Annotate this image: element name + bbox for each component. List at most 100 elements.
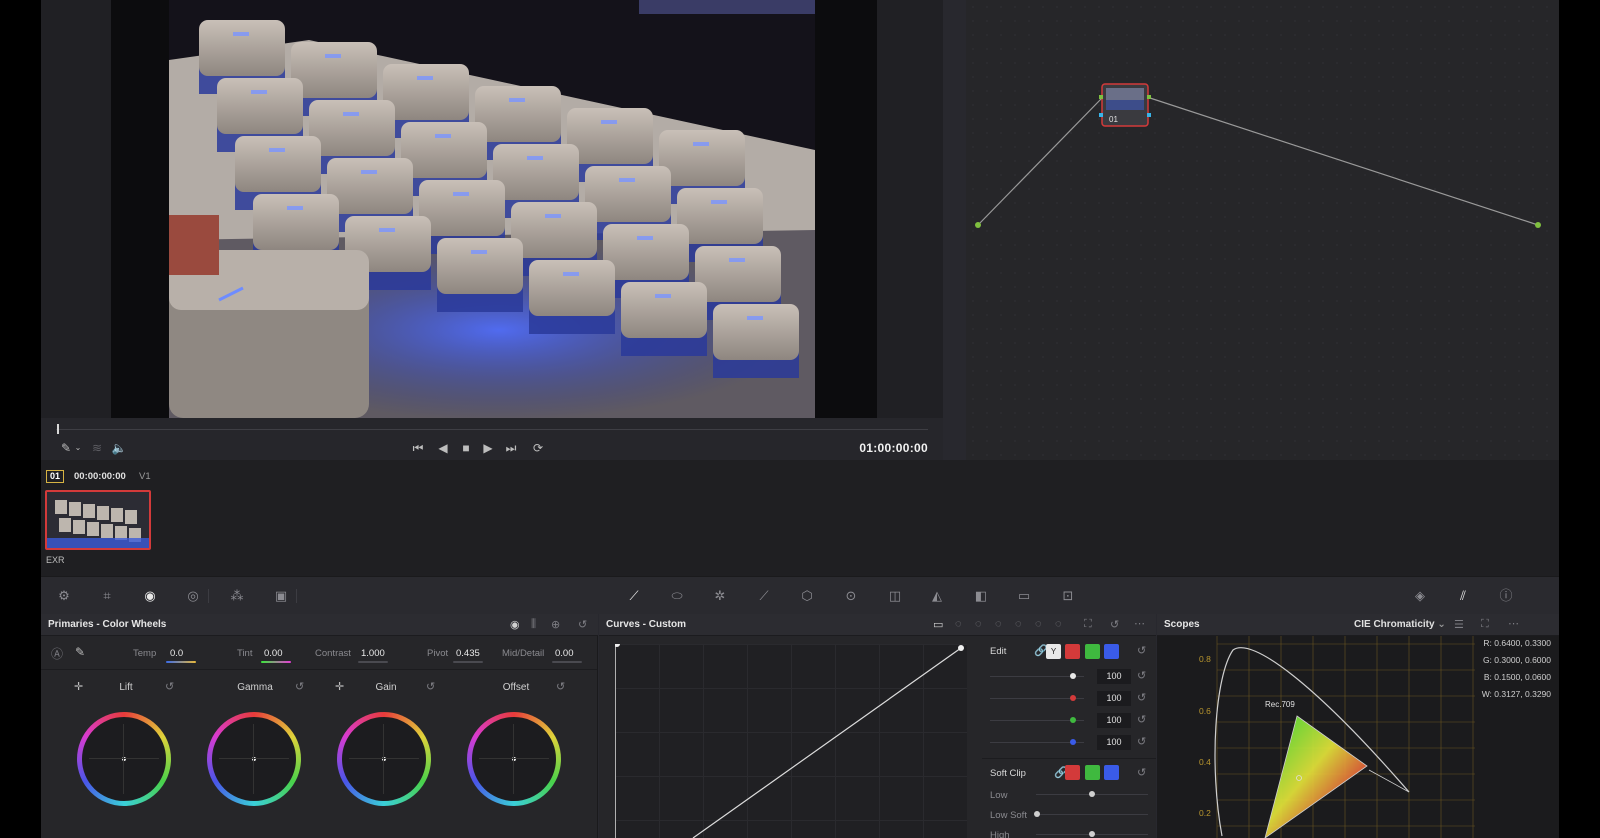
color-match-icon[interactable]: ⌗ — [98, 587, 116, 605]
scope-settings-icon[interactable]: ☰ — [1454, 618, 1464, 631]
channel-y-button[interactable]: Y — [1046, 644, 1061, 659]
go-to-end-icon[interactable]: ⏭ — [503, 440, 519, 456]
curves-icon[interactable]: ⟋ — [625, 587, 643, 605]
gamma-reset-icon[interactable]: ↺ — [295, 680, 304, 693]
key-icon[interactable]: ◧ — [972, 587, 990, 605]
gamma-wheel[interactable] — [207, 712, 301, 806]
color-wheels-icon[interactable]: ◉ — [141, 587, 159, 605]
more-options-icon[interactable]: ⋯ — [1134, 617, 1145, 630]
timeline-scrubber[interactable] — [56, 429, 928, 430]
green-reset-icon[interactable]: ↺ — [1137, 713, 1146, 726]
red-slider-handle[interactable] — [1070, 695, 1076, 701]
param-temp-value[interactable]: 0.0 — [170, 648, 183, 659]
curve-graph[interactable] — [614, 641, 967, 838]
hue-vs-lum-icon[interactable]: ◌ — [995, 618, 1002, 630]
blue-reset-icon[interactable]: ↺ — [1137, 735, 1146, 748]
qualifier-icon[interactable]: ✲ — [711, 587, 729, 605]
scope-mode-dropdown[interactable]: CIE Chromaticity ⌄ — [1354, 619, 1446, 630]
hue-vs-hue-icon[interactable]: ◌ — [955, 618, 962, 630]
reset-all-icon[interactable]: ↺ — [578, 618, 587, 631]
sat-vs-lum-icon[interactable]: ◌ — [1055, 618, 1062, 630]
loop-icon[interactable]: ⟳ — [530, 440, 546, 456]
lift-wheel[interactable] — [77, 712, 171, 806]
magic-mask-icon[interactable]: ◫ — [886, 587, 904, 605]
y-reset-icon[interactable]: ↺ — [1137, 669, 1146, 682]
node-editor[interactable]: 01 — [966, 0, 1559, 460]
red-intensity-value[interactable]: 100 — [1097, 691, 1131, 706]
picker-icon[interactable]: ✎ — [75, 645, 85, 659]
curves-reset-icon[interactable]: ↺ — [1110, 618, 1119, 631]
red-reset-icon[interactable]: ↺ — [1137, 691, 1146, 704]
param-pivot-value[interactable]: 0.435 — [456, 648, 480, 659]
green-intensity-value[interactable]: 100 — [1097, 713, 1131, 728]
zoom-icon[interactable]: ⊕ — [551, 618, 560, 631]
color-warper-icon[interactable]: ⬭ — [668, 587, 686, 605]
green-slider-handle[interactable] — [1070, 717, 1076, 723]
channel-red-button[interactable] — [1065, 644, 1080, 659]
lightbox-icon[interactable]: ◈ — [1411, 587, 1429, 605]
gain-crosshair-icon[interactable]: ✛ — [335, 680, 344, 693]
soft-clip-blue-button[interactable] — [1104, 765, 1119, 780]
playhead[interactable] — [57, 424, 59, 434]
soft-clip-high-handle[interactable] — [1089, 831, 1095, 837]
tracker-icon[interactable]: ⊙ — [842, 587, 860, 605]
channel-blue-button[interactable] — [1104, 644, 1119, 659]
edit-reset-icon[interactable]: ↺ — [1137, 644, 1146, 657]
bars-mode-icon[interactable]: ⫼ — [531, 618, 536, 631]
custom-curve-icon[interactable]: ▭ — [933, 618, 943, 631]
soft-clip-low-soft-handle[interactable] — [1034, 811, 1040, 817]
rgb-mixer-icon[interactable]: ⁂ — [228, 587, 246, 605]
y-slider-handle[interactable] — [1070, 673, 1076, 679]
blur-icon[interactable]: ◭ — [928, 587, 946, 605]
go-to-start-icon[interactable]: ⏮ — [410, 440, 426, 456]
scopes-panel: Scopes CIE Chromaticity ⌄ ☰ ⛶ ⋯ Rec.709 … — [1157, 614, 1559, 838]
blue-intensity-value[interactable]: 100 — [1097, 735, 1131, 750]
soft-clip-low-soft-slider[interactable] — [1036, 814, 1148, 815]
y-intensity-value[interactable]: 100 — [1097, 669, 1131, 684]
soft-clip-green-button[interactable] — [1085, 765, 1100, 780]
hdr-wheels-icon[interactable]: ◎ — [184, 587, 202, 605]
layers-icon[interactable]: ≋ — [89, 440, 105, 456]
auto-balance-icon[interactable]: Ⓐ — [51, 645, 63, 662]
window-icon[interactable]: ⬡ — [798, 587, 816, 605]
pivot-underline — [453, 661, 483, 663]
motion-effects-icon[interactable]: ▣ — [272, 587, 290, 605]
step-back-icon[interactable]: ◀ — [436, 440, 450, 456]
clip-thumbnail[interactable] — [45, 490, 151, 550]
soft-clip-red-button[interactable] — [1065, 765, 1080, 780]
blue-slider-handle[interactable] — [1070, 739, 1076, 745]
channel-green-button[interactable] — [1085, 644, 1100, 659]
3d-icon[interactable]: ⊡ — [1059, 587, 1077, 605]
color-picker-icon[interactable]: ✎ — [56, 440, 76, 456]
gain-reset-icon[interactable]: ↺ — [426, 680, 435, 693]
param-contrast-value[interactable]: 1.000 — [361, 648, 385, 659]
expand-icon[interactable]: ⛶ — [1084, 618, 1092, 631]
curve-plot — [614, 641, 964, 838]
eyedropper-icon[interactable]: ⟋ — [755, 587, 773, 605]
scopes-icon[interactable]: ⫽ — [1454, 587, 1472, 605]
speaker-icon[interactable]: 🔈 — [111, 440, 127, 456]
sizing-icon[interactable]: ▭ — [1015, 587, 1033, 605]
info-icon[interactable]: ⓘ — [1497, 587, 1515, 605]
gain-wheel[interactable] — [337, 712, 431, 806]
camera-raw-icon[interactable]: ⚙ — [55, 587, 73, 605]
param-mid-detail-value[interactable]: 0.00 — [555, 648, 574, 659]
video-frame-keyboard[interactable] — [169, 0, 815, 418]
stop-icon[interactable]: ■ — [459, 440, 473, 456]
soft-clip-low-handle[interactable] — [1089, 791, 1095, 797]
scope-expand-icon[interactable]: ⛶ — [1481, 618, 1489, 631]
offset-wheel[interactable] — [467, 712, 561, 806]
hue-vs-sat-icon[interactable]: ◌ — [975, 618, 982, 630]
scope-more-icon[interactable]: ⋯ — [1508, 617, 1519, 630]
sat-vs-sat-icon[interactable]: ◌ — [1035, 618, 1042, 630]
wheels-mode-icon[interactable]: ◉ — [510, 618, 520, 631]
soft-clip-reset-icon[interactable]: ↺ — [1137, 766, 1146, 779]
lum-vs-sat-icon[interactable]: ◌ — [1015, 618, 1022, 630]
param-tint-value[interactable]: 0.00 — [264, 648, 283, 659]
offset-reset-icon[interactable]: ↺ — [556, 680, 565, 693]
chevron-down-icon[interactable]: ⌄ — [74, 440, 82, 456]
lift-reset-icon[interactable]: ↺ — [165, 680, 174, 693]
play-icon[interactable]: ▶ — [481, 440, 495, 456]
lift-crosshair-icon[interactable]: ✛ — [74, 680, 83, 693]
soft-clip-label: Soft Clip — [990, 768, 1026, 779]
